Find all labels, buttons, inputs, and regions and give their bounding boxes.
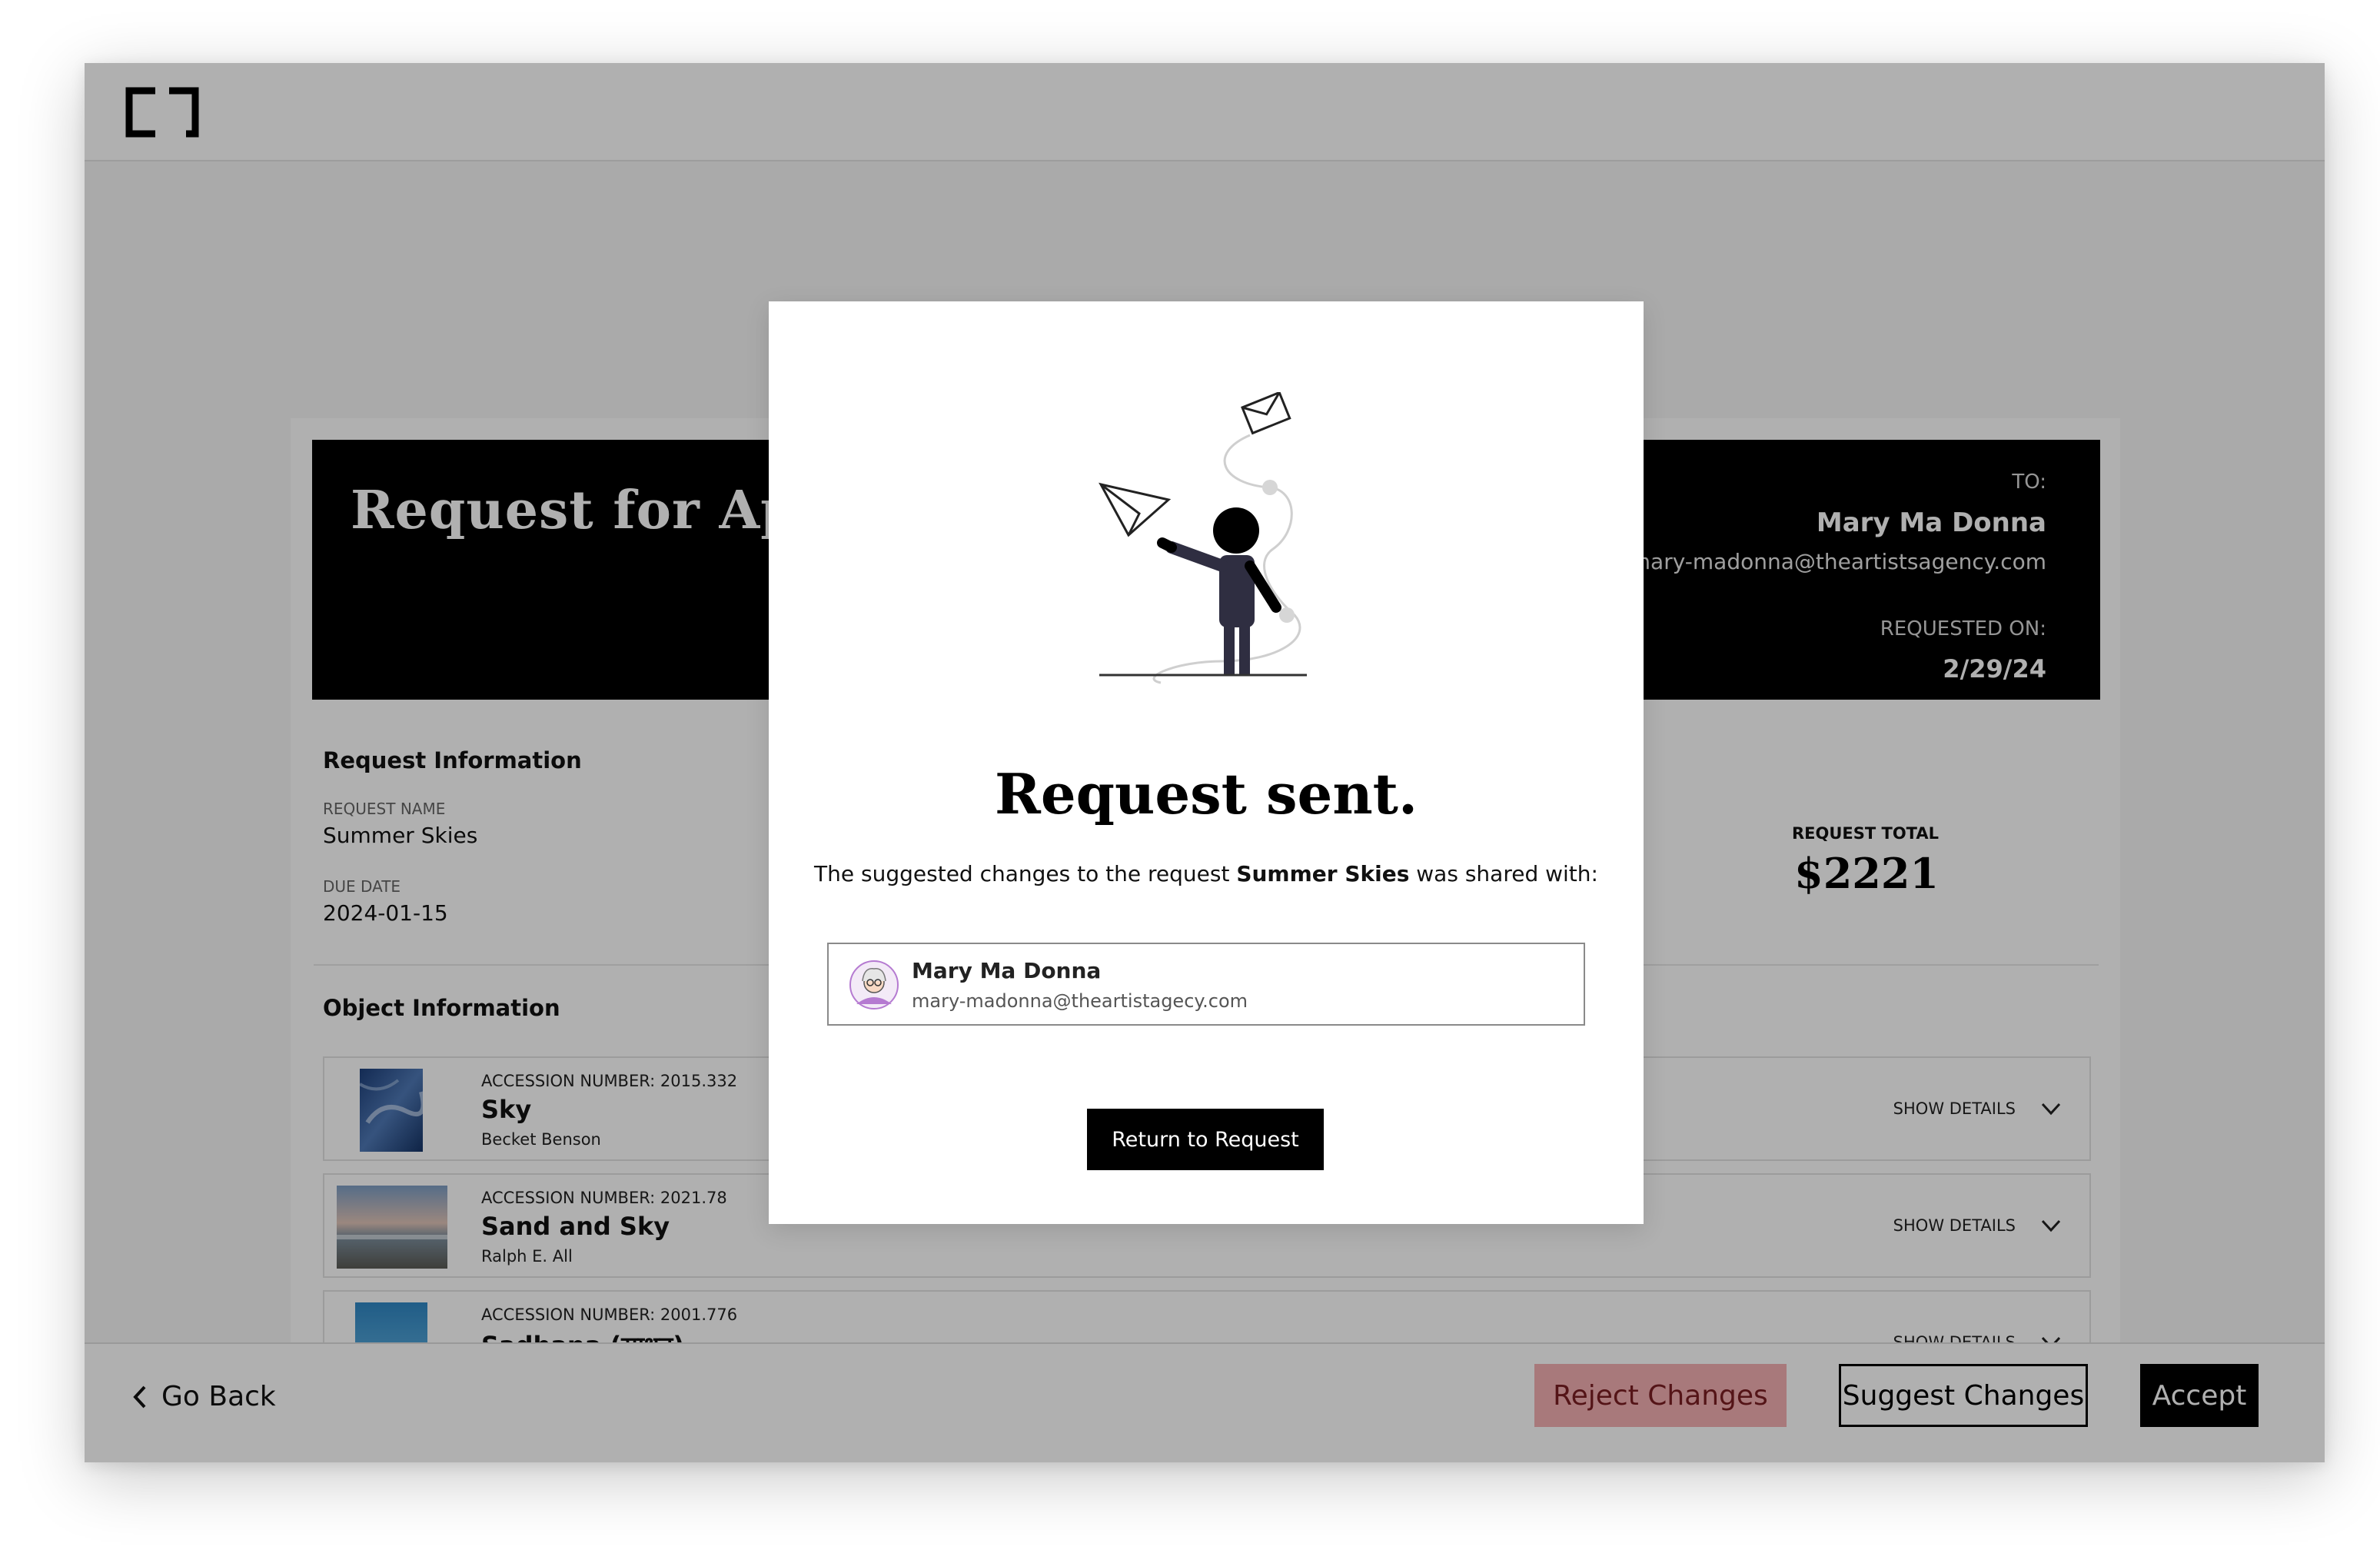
recipient-email: mary-madonna@theartistagecy.com [912, 990, 1248, 1012]
modal-message-suffix: was shared with: [1409, 861, 1598, 886]
return-to-request-button[interactable]: Return to Request [1087, 1109, 1324, 1170]
modal-message-prefix: The suggested changes to the request [814, 861, 1237, 886]
recipient-card: Mary Ma Donna mary-madonna@theartistagec… [827, 943, 1585, 1026]
modal-title: Request sent. [994, 761, 1418, 827]
request-sent-modal: Request sent. The suggested changes to t… [769, 301, 1644, 1224]
paper-plane-illustration-icon [1099, 392, 1307, 684]
avatar [849, 960, 899, 1009]
app-window: Request for App TO: Mary Ma Donna mary-m… [85, 63, 2325, 1462]
recipient-name: Mary Ma Donna [912, 958, 1102, 983]
modal-message-request-name: Summer Skies [1236, 861, 1410, 886]
modal-message: The suggested changes to the request Sum… [769, 861, 1644, 886]
